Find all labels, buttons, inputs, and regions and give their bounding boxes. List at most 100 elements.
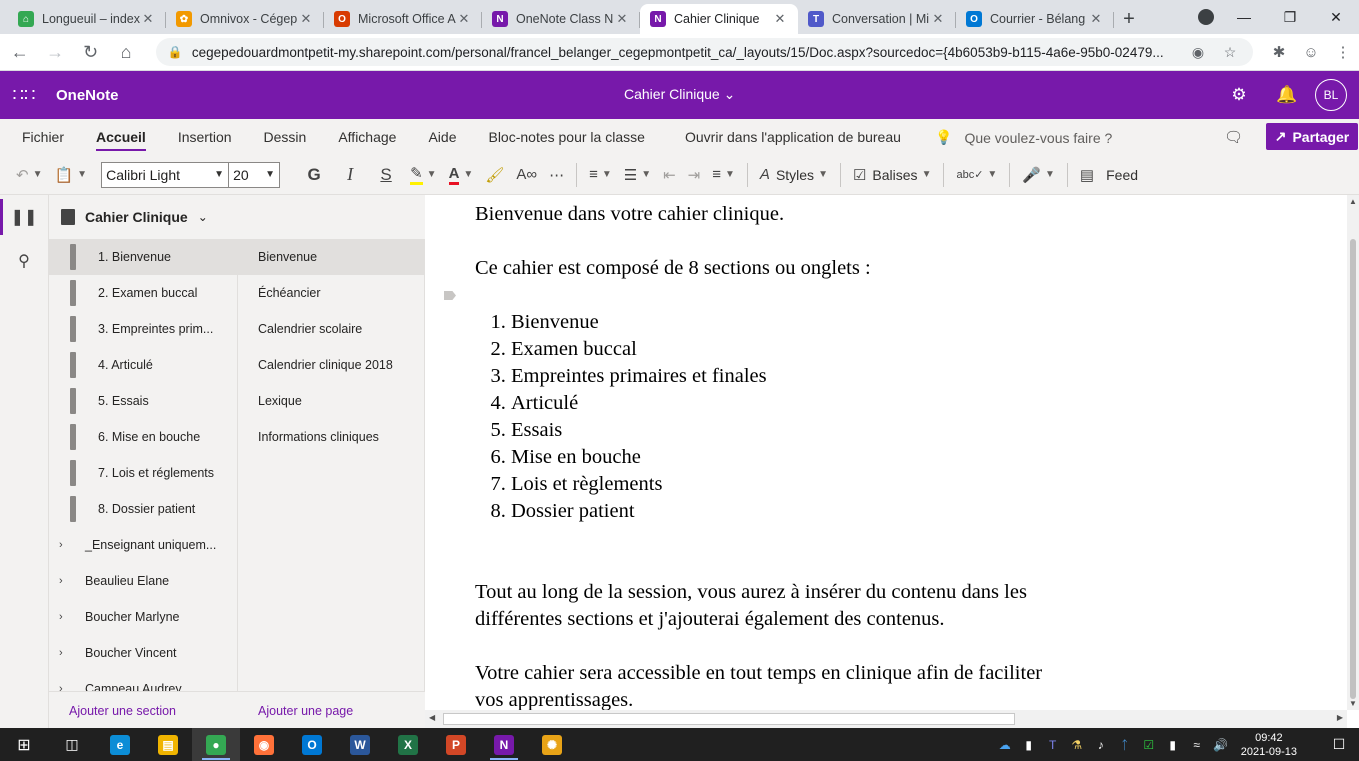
security-shield-icon[interactable]: ☑ bbox=[1137, 738, 1161, 752]
document-title[interactable]: Cahier Clinique ⌄ bbox=[624, 86, 735, 103]
close-icon[interactable]: ✕ bbox=[140, 11, 156, 27]
search-icon[interactable]: ⚲ bbox=[0, 239, 48, 283]
close-icon[interactable]: ✕ bbox=[456, 11, 472, 27]
ribbon-tab[interactable]: Affichage bbox=[322, 119, 412, 155]
ribbon-tab[interactable]: Bloc-notes pour la classe bbox=[472, 119, 660, 155]
comments-icon[interactable]: 🗨 bbox=[1224, 128, 1243, 146]
user-avatar[interactable]: BL bbox=[1315, 79, 1347, 111]
taskbar-firefox-button[interactable]: ◉ bbox=[240, 728, 288, 761]
list-item[interactable]: Mise en bouche bbox=[511, 444, 1105, 471]
clipboard-icon[interactable]: 📋 ▼ bbox=[48, 160, 93, 190]
browser-tab[interactable]: ✿ Omnivox - Cégep ✕ bbox=[166, 4, 324, 34]
extensions-icon[interactable]: ✱ bbox=[1263, 43, 1295, 61]
ribbon-tab[interactable]: Aide bbox=[412, 119, 472, 155]
spelling-icon[interactable]: abc✓ ▼ bbox=[950, 160, 1003, 190]
page-item[interactable]: Calendrier scolaire bbox=[238, 311, 424, 347]
align-icon[interactable]: ≡ ▼ bbox=[706, 160, 741, 190]
taskbar-outlook-button[interactable]: O bbox=[288, 728, 336, 761]
add-page-button[interactable]: Ajouter une page bbox=[258, 704, 353, 718]
chevron-right-icon[interactable]: › bbox=[59, 683, 71, 691]
tags-button[interactable]: ☑ Balises ▼ bbox=[847, 160, 938, 190]
decrease-indent-icon[interactable]: ⇤ bbox=[657, 160, 682, 190]
section-group[interactable]: › Boucher Vincent bbox=[49, 635, 237, 671]
horizontal-scrollbar-thumb[interactable] bbox=[443, 713, 1015, 725]
onedrive-icon[interactable]: ☁ bbox=[993, 738, 1017, 752]
ribbon-tab[interactable]: Accueil bbox=[80, 119, 162, 155]
settings-gear-icon[interactable]: ⚙ bbox=[1215, 85, 1263, 105]
notifications-icon[interactable]: ☐ bbox=[1319, 736, 1359, 753]
list-item[interactable]: Bienvenue bbox=[511, 309, 1105, 336]
section-item[interactable]: 5. Essais bbox=[49, 383, 237, 419]
chevron-right-icon[interactable]: › bbox=[59, 539, 71, 551]
wifi-icon[interactable]: ≈ bbox=[1185, 738, 1209, 752]
intro-text[interactable]: Ce cahier est composé de 8 sections ou o… bbox=[475, 255, 1105, 282]
undo-icon[interactable]: ↶ ▼ bbox=[10, 160, 48, 190]
font-size-select[interactable]: 20 ▼ bbox=[228, 161, 281, 188]
bold-button[interactable]: G bbox=[296, 160, 332, 190]
browser-tab[interactable]: N OneNote Class N ✕ bbox=[482, 4, 640, 34]
scroll-right-icon[interactable]: ▶ bbox=[1337, 713, 1343, 722]
new-tab-button[interactable]: + bbox=[1114, 4, 1144, 34]
close-icon[interactable]: ✕ bbox=[1088, 11, 1104, 27]
usb-icon[interactable]: ▮ bbox=[1017, 738, 1041, 752]
horizontal-scrollbar[interactable]: ◀ ▶ bbox=[425, 710, 1347, 728]
ribbon-tab[interactable]: Fichier bbox=[0, 119, 80, 155]
increase-indent-icon[interactable]: ⇥ bbox=[682, 160, 707, 190]
page-item[interactable]: Informations cliniques bbox=[238, 419, 424, 455]
notebook-selector[interactable]: Cahier Clinique ⌄ bbox=[49, 195, 425, 239]
app-name[interactable]: OneNote bbox=[56, 87, 119, 104]
browser-tab[interactable]: T Conversation | Mi ✕ bbox=[798, 4, 956, 34]
numbering-icon[interactable]: ☰ ▼ bbox=[618, 160, 657, 190]
vertical-scrollbar[interactable]: ▲ ▼ bbox=[1347, 195, 1359, 710]
page-item[interactable]: Lexique bbox=[238, 383, 424, 419]
ribbon-tab[interactable]: Dessin bbox=[248, 119, 323, 155]
app-launcher-icon[interactable]: ∷∷ bbox=[0, 71, 48, 119]
ribbon-tab[interactable]: Insertion bbox=[162, 119, 248, 155]
scroll-left-icon[interactable]: ◀ bbox=[429, 713, 435, 722]
home-icon[interactable]: ⌂ bbox=[110, 36, 141, 68]
back-icon[interactable]: ← bbox=[4, 36, 35, 68]
section-item[interactable]: 2. Examen buccal bbox=[49, 275, 237, 311]
notifications-bell-icon[interactable]: 🔔 bbox=[1263, 85, 1311, 105]
section-item[interactable]: 4. Articulé bbox=[49, 347, 237, 383]
taskbar-onenote-button[interactable]: N bbox=[480, 728, 528, 761]
browser-tab[interactable]: ⌂ Longueuil – index ✕ bbox=[8, 4, 166, 34]
bookmark-star-icon[interactable]: ☆ bbox=[1219, 44, 1241, 61]
page-canvas[interactable]: Bienvenue dans votre cahier clinique. Ce… bbox=[425, 195, 1347, 710]
taskbar-excel-button[interactable]: X bbox=[384, 728, 432, 761]
page-item[interactable]: Bienvenue bbox=[238, 239, 424, 275]
close-window-icon[interactable]: ✕ bbox=[1313, 0, 1359, 34]
menu-dots-icon[interactable]: ⋮ bbox=[1327, 43, 1359, 61]
chevron-right-icon[interactable]: › bbox=[59, 611, 71, 623]
start-button[interactable]: ⊞ bbox=[0, 728, 48, 761]
bullets-icon[interactable]: ≡ ▼ bbox=[583, 160, 618, 190]
chrome-profile-icon[interactable] bbox=[1198, 9, 1214, 25]
section-item[interactable]: 6. Mise en bouche bbox=[49, 419, 237, 455]
forward-icon[interactable]: → bbox=[39, 36, 70, 68]
taskbar-powerpoint-button[interactable]: P bbox=[432, 728, 480, 761]
url-input[interactable]: 🔒 cegepedouardmontpetit-my.sharepoint.co… bbox=[155, 38, 1254, 66]
font-color-icon[interactable]: A ▼ bbox=[443, 160, 480, 190]
welcome-text[interactable]: Bienvenue dans votre cahier clinique. bbox=[475, 201, 1105, 228]
format-painter-icon[interactable]: 🖌 bbox=[479, 160, 510, 190]
paragraph-handle-icon[interactable] bbox=[444, 291, 456, 300]
taskbar-sunflower-button[interactable]: ✺ bbox=[528, 728, 576, 761]
add-section-button[interactable]: Ajouter une section bbox=[69, 704, 176, 718]
chevron-right-icon[interactable]: › bbox=[59, 575, 71, 587]
paragraph-access[interactable]: Votre cahier sera accessible en tout tem… bbox=[475, 660, 1075, 710]
teams-tray-icon[interactable]: T bbox=[1041, 738, 1065, 752]
notebooks-library-icon[interactable]: ❚❚ bbox=[0, 195, 48, 239]
list-item[interactable]: Essais bbox=[511, 417, 1105, 444]
close-icon[interactable]: ✕ bbox=[930, 11, 946, 27]
styles-button[interactable]: A Styles ▼ bbox=[754, 160, 834, 190]
paragraph-session[interactable]: Tout au long de la session, vous aurez à… bbox=[475, 579, 1105, 633]
highlight-icon[interactable]: ✎ ▼ bbox=[404, 160, 442, 190]
section-group[interactable]: › Beaulieu Elane bbox=[49, 563, 237, 599]
more-options-icon[interactable]: ⋯ bbox=[543, 160, 570, 190]
minimize-icon[interactable]: — bbox=[1221, 0, 1267, 34]
list-item[interactable]: Articulé bbox=[511, 390, 1105, 417]
close-icon[interactable]: ✕ bbox=[772, 11, 788, 27]
section-item[interactable]: 1. Bienvenue bbox=[49, 239, 237, 275]
close-icon[interactable]: ✕ bbox=[614, 11, 630, 27]
scroll-down-icon[interactable]: ▼ bbox=[1349, 699, 1357, 708]
